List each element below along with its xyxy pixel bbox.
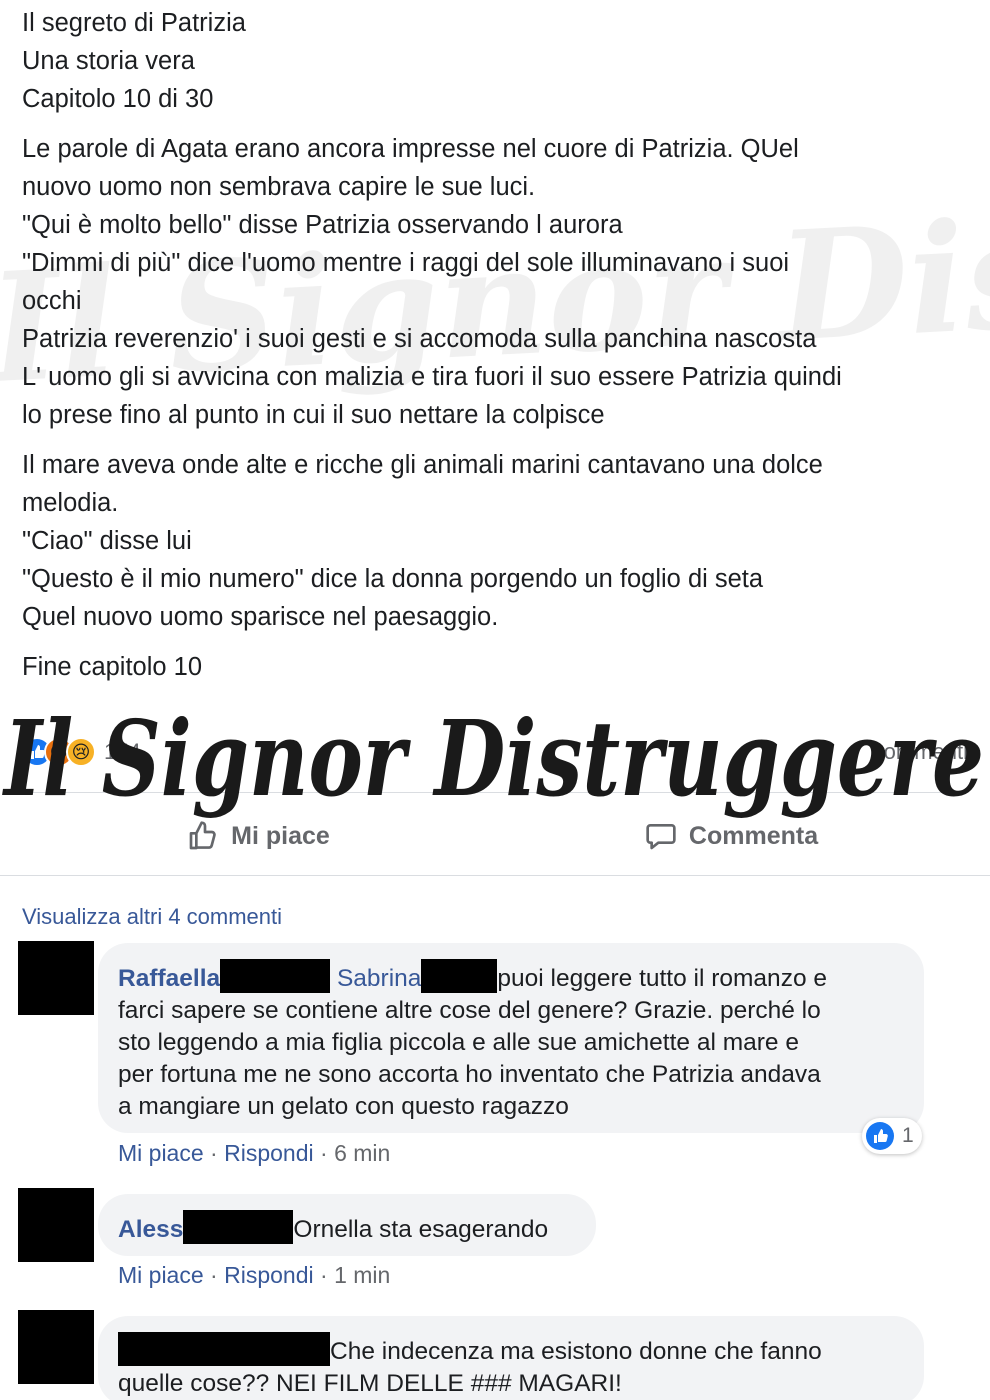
post-paragraph: Fine capitolo 10 <box>22 648 972 686</box>
post-line: Il segreto di Patrizia <box>22 9 246 37</box>
reactions-bar[interactable]: 😠 😢 154 commenti <box>22 730 968 774</box>
post-paragraph: Il segreto di Patrizia Una storia vera C… <box>22 4 972 118</box>
comment-first-line: Che indecenza ma esistono donne che fann… <box>118 1332 904 1368</box>
comment-line: farci sapere se contiene altre cose del … <box>118 997 821 1024</box>
comment-bubble: Raffaella Sabrina puoi leggere tutto il r… <box>98 943 924 1133</box>
comments-section: Visualizza altri 4 commenti Raffaella Sa… <box>0 875 990 1400</box>
post-line: "Dimmi di più" dice l'uomo mentre i ragg… <box>22 249 790 277</box>
post-line: Il mare aveva onde alte e ricche gli ani… <box>22 451 823 479</box>
comment-line: quelle cose?? NEI FILM DELLE ### MAGARI! <box>118 1370 622 1397</box>
comment-first-line: Raffaella Sabrina puoi leggere tutto il r… <box>118 959 904 995</box>
like-icon <box>866 1122 894 1150</box>
comment-bubble: Che indecenza ma esistono donne che fann… <box>98 1316 924 1400</box>
comment-mention[interactable]: Sabrina <box>337 965 421 992</box>
view-more-comments-link[interactable]: Visualizza altri 4 commenti <box>22 904 282 930</box>
post-line: occhi <box>22 287 82 315</box>
post-line: Le parole di Agata erano ancora impresse… <box>22 135 799 163</box>
reaction-count[interactable]: 154 <box>104 739 141 765</box>
post-body: Il segreto di Patrizia Una storia vera C… <box>22 4 972 698</box>
avatar[interactable] <box>18 1188 94 1262</box>
redaction-block <box>220 959 331 993</box>
comment-like-link[interactable]: Mi piace <box>118 1140 204 1166</box>
comment-button[interactable]: Commenta <box>495 804 968 868</box>
comment-meta: Mi piace · Rispondi · 1 min <box>118 1262 391 1288</box>
comment-reply-link[interactable]: Rispondi <box>224 1262 314 1288</box>
divider <box>22 792 968 793</box>
comment-line: per fortuna me ne sono accorta ho invent… <box>118 1061 821 1088</box>
comment-like-badge[interactable]: 1 <box>862 1118 922 1154</box>
comment-time[interactable]: 6 min <box>334 1140 390 1166</box>
comment-text: puoi leggere tutto il romanzo e <box>497 965 827 992</box>
comment-like-link[interactable]: Mi piace <box>118 1262 204 1288</box>
redaction-block <box>118 1332 330 1366</box>
post-line: Quel nuovo uomo sparisce nel paesaggio. <box>22 603 499 631</box>
post-line: Capitolo 10 di 30 <box>22 85 214 113</box>
post-line: "Ciao" disse lui <box>22 527 192 555</box>
post-line: "Questo è il mio numero" dice la donna p… <box>22 565 764 593</box>
avatar[interactable] <box>18 1310 94 1384</box>
like-button-label: Mi piace <box>231 821 330 850</box>
comment-text: Che indecenza ma esistono donne che fann… <box>330 1338 822 1365</box>
comment-like-count: 1 <box>902 1124 914 1147</box>
like-button[interactable]: Mi piace <box>22 804 495 868</box>
post-line: L' uomo gli si avvicina con malizia e ti… <box>22 363 842 391</box>
avatar[interactable] <box>18 941 94 1015</box>
redaction-block <box>183 1210 294 1244</box>
post-line: Patrizia reverenzio' i suoi gesti e si a… <box>22 325 817 353</box>
post-line: Fine capitolo 10 <box>22 653 203 681</box>
post-line: nuovo uomo non sembrava capire le sue lu… <box>22 173 536 201</box>
thumbs-up-icon <box>189 821 216 850</box>
comment-author[interactable]: Raffaella <box>118 965 220 992</box>
comment-time[interactable]: 1 min <box>334 1262 390 1288</box>
post-actions: Mi piace Commenta <box>22 804 968 868</box>
comment-reply-link[interactable]: Rispondi <box>224 1140 314 1166</box>
comment-author[interactable]: Aless <box>118 1216 183 1243</box>
comment-bubble: Aless Ornella sta esagerando <box>98 1194 596 1256</box>
post-line: "Qui è molto bello" disse Patrizia osser… <box>22 211 623 239</box>
redaction-block <box>421 959 498 993</box>
comment-meta: Mi piace · Rispondi · 6 min <box>118 1140 391 1166</box>
post-paragraph: Il mare aveva onde alte e ricche gli ani… <box>22 446 972 636</box>
post-paragraph: Le parole di Agata erano ancora impresse… <box>22 130 972 434</box>
comment-line: a mangiare un gelato con questo ragazzo <box>118 1093 569 1120</box>
post-line: Una storia vera <box>22 47 195 75</box>
comment-icon <box>646 824 676 850</box>
post-line: melodia. <box>22 489 119 517</box>
comment-line: sto leggendo a mia figlia piccola e alle… <box>118 1029 799 1056</box>
comments-count-link[interactable]: commenti <box>873 739 968 765</box>
comment-text: Ornella sta esagerando <box>293 1216 549 1243</box>
reaction-icons[interactable]: 😠 😢 <box>22 737 96 767</box>
sad-icon: 😢 <box>66 737 96 767</box>
comment-button-label: Commenta <box>688 821 819 850</box>
post-line: lo prese fino al punto in cui il suo net… <box>22 401 605 429</box>
